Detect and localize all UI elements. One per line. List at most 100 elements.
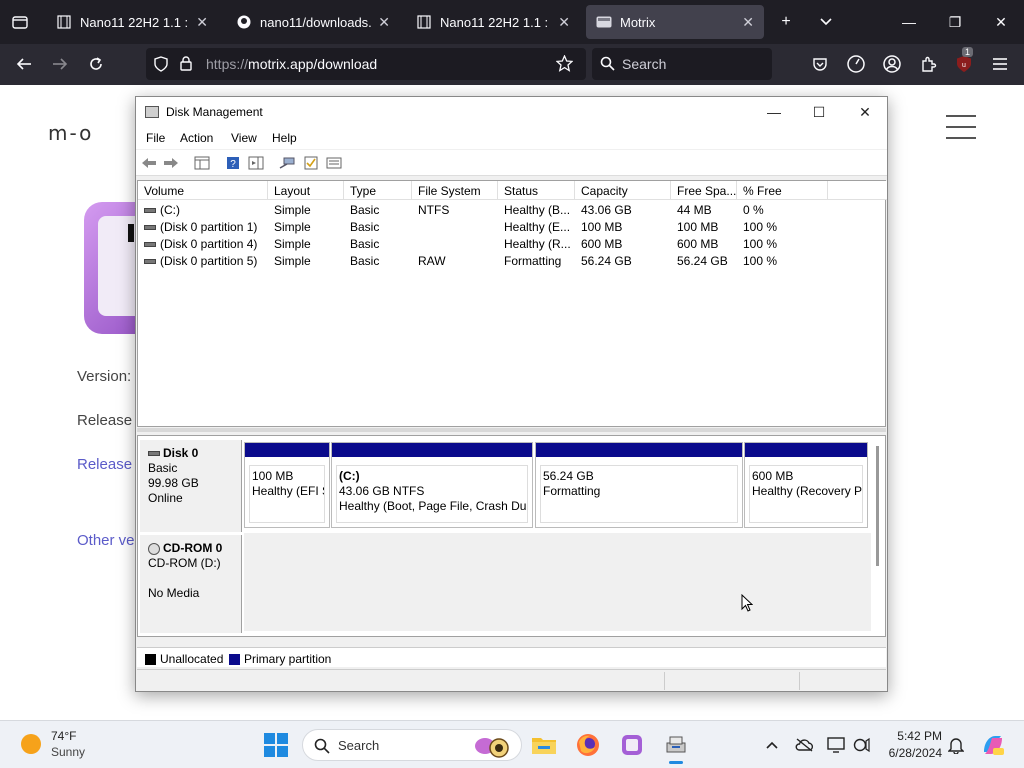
close-icon[interactable]: ✕ [196,14,208,31]
close-icon[interactable]: ✕ [558,14,570,31]
taskbar-search-box[interactable]: Search [302,729,522,761]
volume-row[interactable]: (Disk 0 partition 4) Simple Basic Health… [138,235,887,252]
menu-view[interactable]: View [231,131,257,145]
site-menu-icon[interactable] [946,115,976,139]
close-icon[interactable]: ✕ [378,14,390,31]
column-volume[interactable]: Volume [138,181,268,200]
close-icon[interactable]: ✕ [842,97,888,127]
status-cell: Healthy (E... [504,220,571,234]
browser-tab-4-active[interactable]: Motrix ✕ [586,5,764,39]
disk-management-taskbar-icon[interactable] [660,729,692,764]
browser-tab-3[interactable]: Nano11 22H2 1.1 : XPo ✕ [406,5,580,39]
action-pane-icon[interactable] [247,154,265,172]
legend-swatch [229,653,240,665]
volume-row[interactable]: (C:) Simple Basic NTFS Healthy (B... 43.… [138,201,887,218]
partition-recovery[interactable]: 600 MB Healthy (Recovery Pa [744,442,868,528]
percent-free-cell: 100 % [743,237,778,251]
properties-pane-icon[interactable] [193,154,211,172]
new-tab-button[interactable]: + [766,0,806,44]
column-status[interactable]: Status [498,181,575,200]
free-space-cell: 100 MB [677,220,719,234]
column-type[interactable]: Type [344,181,412,200]
minimize-icon[interactable]: ― [751,97,797,127]
account-icon[interactable] [876,48,908,80]
disk-0-label[interactable]: Disk 0 Basic 99.98 GB Online [140,440,242,532]
volume-list-pane: Volume Layout Type File System Status Ca… [137,180,887,427]
forward-arrow-icon[interactable] [44,48,76,80]
menu-action[interactable]: Action [180,131,213,145]
status-cell: Healthy (R... [504,237,571,251]
browser-tab-label: nano11/downloads.htm [260,14,372,30]
weather-condition[interactable]: Sunny [51,745,85,759]
percent-free-cell: 100 % [743,254,778,268]
motrix-logo[interactable]: m-o [48,121,93,145]
tracking-shield-icon[interactable] [154,56,168,75]
disk-state: No Media [148,586,200,600]
disk-state: Online [148,491,183,505]
column-percent-free[interactable]: % Free [737,181,828,200]
lock-icon[interactable] [180,56,192,74]
browser-tab-2[interactable]: nano11/downloads.htm ✕ [226,5,400,39]
drive-icon [144,259,156,265]
cdrom-0-label[interactable]: CD-ROM 0 CD-ROM (D:) No Media [140,535,242,633]
pocket-icon[interactable] [804,48,836,80]
connect-disk-icon[interactable] [278,154,296,172]
url-bar[interactable]: https://motrix.app/download [146,48,586,80]
back-arrow-icon[interactable] [140,154,158,172]
network-speaker-icon[interactable] [852,735,872,755]
reload-icon[interactable] [80,48,112,80]
speedometer-icon[interactable] [840,48,872,80]
clock-date[interactable]: 6/28/2024 [880,746,942,760]
ublock-extension-icon[interactable]: u 1 [948,47,980,80]
extensions-puzzle-icon[interactable] [912,48,944,80]
help-icon[interactable]: ? [224,154,242,172]
checklist-icon[interactable] [302,154,320,172]
release-link[interactable]: Release [77,456,132,473]
sun-weather-icon[interactable] [21,734,41,754]
legend-swatch [145,653,156,665]
capacity-cell: 56.24 GB [581,254,632,268]
motrix-taskbar-icon[interactable] [616,729,648,761]
menu-file[interactable]: File [146,131,165,145]
close-icon[interactable]: ✕ [742,14,754,31]
clock-time[interactable]: 5:42 PM [896,729,942,743]
volume-row[interactable]: (Disk 0 partition 1) Simple Basic Health… [138,218,887,235]
file-explorer-icon[interactable] [528,729,560,761]
tab-list-chevron-icon[interactable] [806,0,846,44]
maximize-icon[interactable]: ☐ [796,97,842,127]
menu-help[interactable]: Help [272,131,297,145]
start-button[interactable] [264,733,288,757]
partition-c[interactable]: (C:) 43.06 GB NTFS Healthy (Boot, Page F… [331,442,533,528]
column-layout[interactable]: Layout [268,181,344,200]
column-free-space[interactable]: Free Spa... [671,181,737,200]
bookmark-star-icon[interactable] [555,54,574,75]
minimize-icon[interactable]: ― [886,0,932,44]
onedrive-cloud-icon[interactable] [794,735,814,755]
show-hidden-icons-chevron-icon[interactable] [762,735,782,755]
scrollbar[interactable] [876,446,879,566]
pane-splitter[interactable] [137,428,886,432]
cdrom-no-media-area[interactable] [244,533,871,631]
forward-arrow-icon[interactable] [162,154,180,172]
other-versions-link[interactable]: Other ve [77,532,135,549]
display-icon[interactable] [826,735,846,755]
weather-temperature[interactable]: 74°F [51,729,76,743]
column-capacity[interactable]: Capacity [575,181,671,200]
close-window-icon[interactable]: ✕ [978,0,1024,44]
partition-5[interactable]: 56.24 GB Formatting [535,442,743,528]
back-arrow-icon[interactable] [8,48,40,80]
hamburger-menu-icon[interactable] [984,48,1016,80]
volume-row[interactable]: (Disk 0 partition 5) Simple Basic RAW Fo… [138,252,887,269]
copilot-icon[interactable] [980,735,1006,755]
search-bar[interactable]: Search [592,48,772,80]
column-file-system[interactable]: File System [412,181,498,200]
firefox-view-button[interactable] [0,0,40,44]
list-view-icon[interactable] [325,154,343,172]
firefox-icon[interactable] [572,729,604,761]
notification-bell-icon[interactable] [946,735,966,755]
title-bar[interactable]: Disk Management ― ☐ ✕ [136,97,887,127]
partition-efi[interactable]: 100 MB Healthy (EFI S [244,442,330,528]
partition-title: (C:) [339,469,360,483]
browser-tab-1[interactable]: Nano11 22H2 1.1 : XPo ✕ [46,5,218,39]
restore-icon[interactable]: ❐ [932,0,978,44]
